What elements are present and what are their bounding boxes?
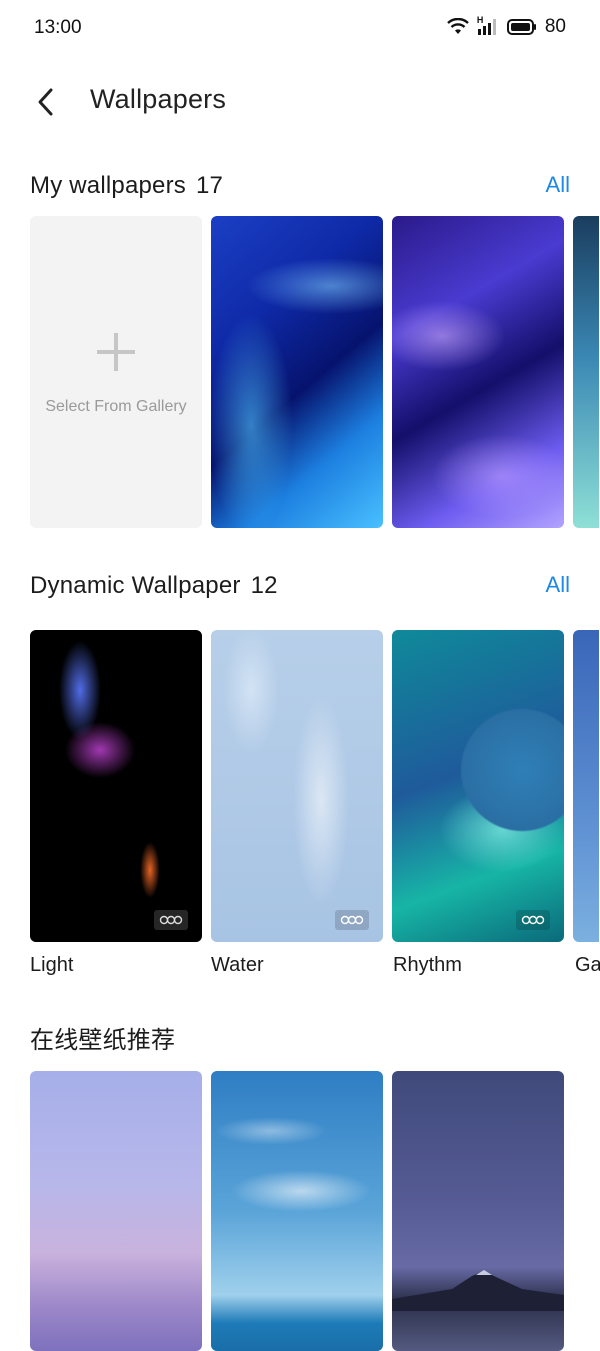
wallpaper-thumbnail[interactable] (392, 216, 564, 528)
dynamic-wallpaper-count: 12 (250, 572, 278, 599)
dynamic-wallpaper-all-link[interactable]: All (546, 572, 570, 598)
online-wallpaper-thumbnail[interactable] (392, 1071, 564, 1351)
chevron-left-icon (38, 88, 53, 116)
live-wallpaper-badge (154, 910, 188, 930)
online-wallpaper-header: 在线壁纸推荐 (30, 1020, 570, 1060)
dynamic-wallpaper-light[interactable] (30, 630, 202, 942)
dynamic-wallpaper-header: Dynamic Wallpaper 12 All (30, 572, 570, 612)
back-button[interactable] (26, 82, 66, 122)
battery-icon (506, 19, 536, 35)
signal-icon: H (477, 15, 499, 36)
dynamic-wallpaper-label: Dynamic Wallpaper (30, 572, 241, 599)
caption-light: Light (30, 954, 74, 976)
dynamic-wallpaper-rhythm[interactable] (392, 630, 564, 942)
online-wallpaper-row (30, 1071, 564, 1351)
select-from-gallery-card[interactable]: Select From Gallery (30, 216, 202, 528)
my-wallpapers-label: My wallpapers (30, 172, 186, 199)
dynamic-wallpaper-row (30, 630, 599, 942)
caption-ga: Ga (575, 954, 600, 976)
status-bar: 13:00 H 80 (0, 0, 600, 56)
my-wallpapers-title: My wallpapers 17 (30, 172, 223, 200)
live-wallpaper-badge (335, 910, 369, 930)
dynamic-wallpaper-ga[interactable] (573, 630, 599, 942)
caption-water: Water (211, 954, 264, 976)
wallpaper-thumbnail[interactable] (211, 216, 383, 528)
online-wallpaper-thumbnail[interactable] (30, 1071, 202, 1351)
header: Wallpapers (0, 70, 600, 130)
dynamic-wallpaper-title: Dynamic Wallpaper 12 (30, 572, 278, 600)
live-icon (521, 915, 545, 925)
page-title: Wallpapers (90, 84, 227, 114)
my-wallpapers-row: Select From Gallery (30, 216, 599, 528)
my-wallpapers-all-link[interactable]: All (546, 172, 570, 198)
status-icons: H 80 (447, 15, 566, 38)
live-icon (340, 915, 364, 925)
live-icon (159, 915, 183, 925)
plus-icon (97, 333, 135, 371)
live-wallpaper-badge (516, 910, 550, 930)
wifi-icon (447, 18, 469, 34)
battery-level: 80 (544, 16, 566, 37)
my-wallpapers-header: My wallpapers 17 All (30, 172, 570, 212)
online-wallpaper-thumbnail[interactable] (211, 1071, 383, 1351)
wallpaper-thumbnail[interactable] (573, 216, 599, 528)
status-time: 13:00 (34, 17, 82, 38)
online-wallpaper-title: 在线壁纸推荐 (30, 1027, 176, 1054)
mountain-silhouette (392, 1270, 564, 1311)
my-wallpapers-count: 17 (196, 172, 224, 199)
gallery-label: Select From Gallery (45, 398, 187, 415)
caption-rhythm: Rhythm (393, 954, 462, 976)
dynamic-wallpaper-water[interactable] (211, 630, 383, 942)
